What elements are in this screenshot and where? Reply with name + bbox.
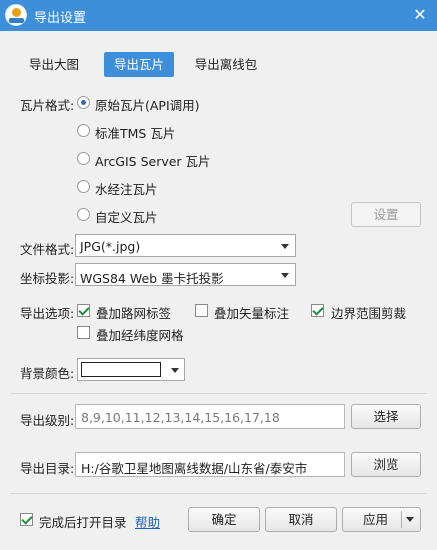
checkbox-open-after-label[interactable]: 完成后打开目录 [39, 512, 127, 531]
checkbox-vector-labels[interactable] [195, 304, 208, 317]
background-color-label: 背景颜色: [20, 366, 75, 381]
chevron-down-icon [281, 244, 289, 249]
color-swatch [81, 362, 161, 377]
checkbox-boundary-clip[interactable] [311, 304, 324, 317]
cancel-button[interactable]: 取消 [265, 507, 337, 532]
export-dir-label: 导出目录: [20, 461, 75, 476]
checkbox-road-labels[interactable] [77, 304, 90, 317]
tab-export-large-image[interactable]: 导出大图 [20, 52, 88, 77]
radio-original-tiles-label[interactable]: 原始瓦片(API调用) [95, 95, 200, 114]
export-levels-value: 8,9,10,11,12,13,14,15,16,17,18 [81, 410, 280, 425]
checkbox-open-after[interactable] [20, 513, 33, 526]
export-dir-value: H:/谷歌卫星地图离线数据/山东省/泰安市 [81, 461, 308, 476]
export-dir-field[interactable]: H:/谷歌卫星地图离线数据/山东省/泰安市 [75, 452, 345, 477]
tile-format-label: 瓦片格式: [20, 98, 75, 113]
apply-button[interactable]: 应用 [342, 507, 421, 532]
chevron-down-icon [281, 273, 289, 278]
select-levels-button[interactable]: 选择 [351, 404, 421, 429]
projection-select[interactable]: WGS84 Web 墨卡托投影 [75, 263, 296, 286]
separator [10, 393, 427, 394]
settings-button[interactable]: 设置 [351, 202, 421, 227]
export-options-label: 导出选项: [20, 306, 75, 321]
ok-button[interactable]: 确定 [188, 507, 260, 532]
checkbox-latlon-grid[interactable] [77, 326, 90, 339]
export-levels-label: 导出级别: [20, 413, 75, 428]
app-logo-icon [5, 4, 27, 26]
help-link[interactable]: 帮助 [135, 512, 160, 531]
file-format-label: 文件格式: [20, 242, 75, 257]
background-color-picker[interactable] [77, 358, 185, 381]
close-button[interactable]: ✕ [409, 4, 431, 26]
export-levels-field[interactable]: 8,9,10,11,12,13,14,15,16,17,18 [75, 404, 345, 429]
tab-export-tiles[interactable]: 导出瓦片 [104, 52, 174, 77]
browse-button[interactable]: 浏览 [351, 452, 421, 477]
radio-shuijingzhu-tiles-label[interactable]: 水经注瓦片 [95, 179, 158, 198]
split-divider [401, 511, 402, 528]
radio-original-tiles[interactable] [77, 96, 90, 109]
radio-tms-tiles[interactable] [77, 124, 90, 137]
checkbox-latlon-grid-label[interactable]: 叠加经纬度网格 [96, 325, 184, 344]
checkbox-road-labels-label[interactable]: 叠加路网标签 [96, 303, 171, 322]
radio-tms-tiles-label[interactable]: 标准TMS 瓦片 [95, 123, 175, 142]
file-format-value: JPG(*.jpg) [80, 239, 141, 254]
title-bar: 导出设置 ✕ [0, 0, 437, 31]
projection-label: 坐标投影: [20, 271, 75, 286]
file-format-select[interactable]: JPG(*.jpg) [75, 234, 296, 257]
projection-value: WGS84 Web 墨卡托投影 [80, 271, 224, 286]
separator [10, 493, 427, 494]
tab-export-offline-package[interactable]: 导出离线包 [186, 52, 266, 77]
radio-custom-tiles-label[interactable]: 自定义瓦片 [95, 207, 158, 226]
radio-shuijingzhu-tiles[interactable] [77, 180, 90, 193]
chevron-down-icon [171, 368, 179, 373]
apply-button-label: 应用 [363, 512, 389, 527]
checkbox-vector-labels-label[interactable]: 叠加矢量标注 [214, 303, 289, 322]
radio-arcgis-tiles-label[interactable]: ArcGIS Server 瓦片 [95, 151, 211, 170]
radio-custom-tiles[interactable] [77, 208, 90, 221]
radio-arcgis-tiles[interactable] [77, 152, 90, 165]
checkbox-boundary-clip-label[interactable]: 边界范围剪裁 [331, 303, 406, 322]
chevron-down-icon[interactable] [406, 517, 414, 522]
window-title: 导出设置 [34, 11, 87, 26]
